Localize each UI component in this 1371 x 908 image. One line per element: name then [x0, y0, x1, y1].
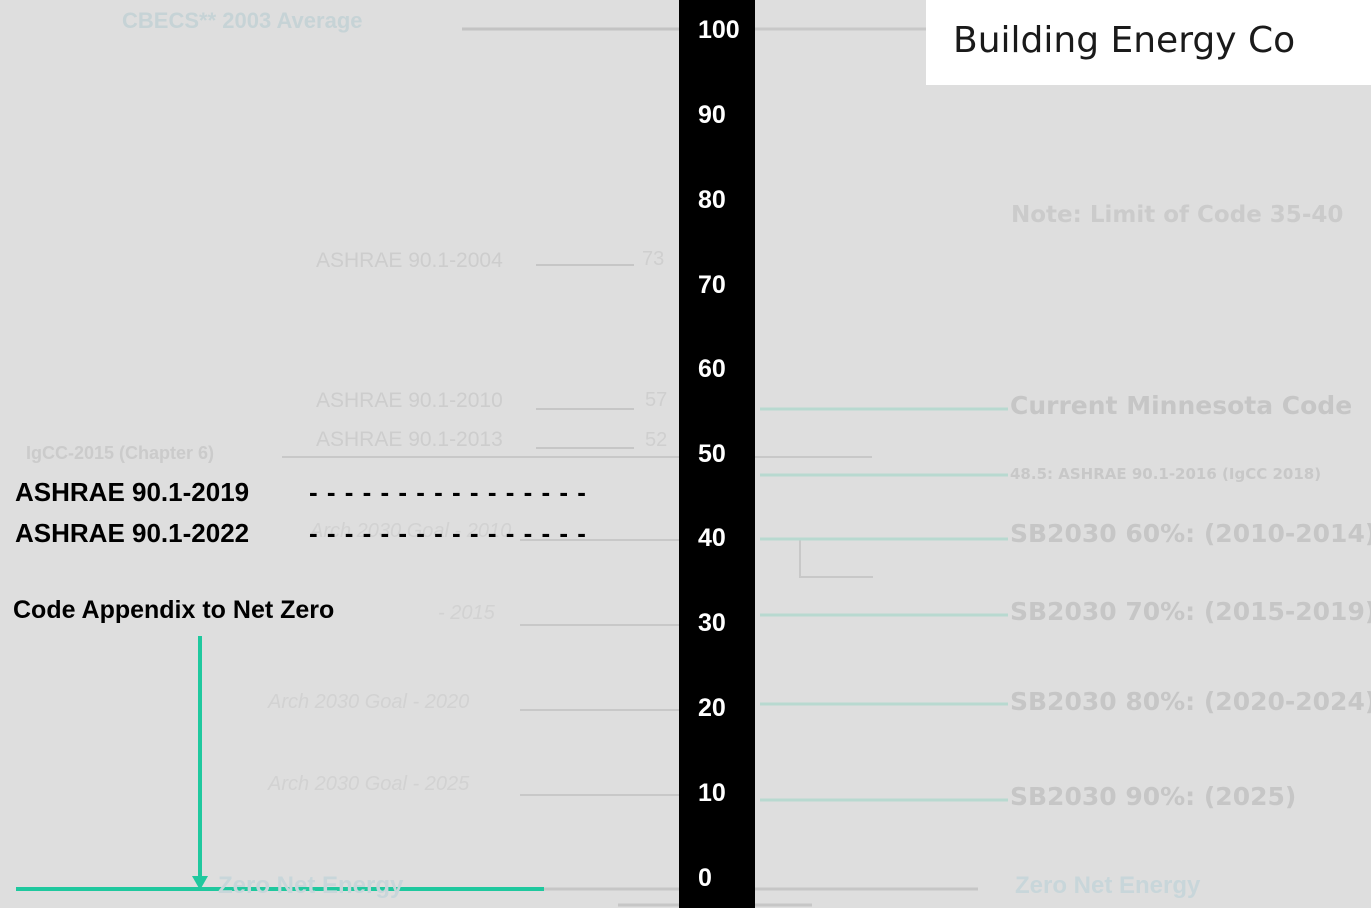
- page-title: Building Energy Co: [953, 20, 1296, 61]
- sb2030-90-label: SB2030 90%: (2025): [1010, 782, 1297, 811]
- arch-2020-label: Arch 2030 Goal - 2020: [268, 691, 470, 713]
- zero-net-energy-right-label: Zero Net Energy: [1015, 872, 1201, 899]
- ashrae-2004-value: 73: [642, 248, 665, 270]
- ashrae-2013-label: ASHRAE 90.1-2013: [316, 428, 503, 451]
- code-appendix-label: Code Appendix to Net Zero: [13, 596, 335, 624]
- ashrae-2013-value: 52: [645, 429, 668, 451]
- arch-2015-label: - 2015: [438, 602, 495, 624]
- ashrae-2010-label: ASHRAE 90.1-2010: [316, 389, 503, 412]
- bracket-line: [799, 540, 873, 578]
- tick-50: 50: [698, 440, 726, 468]
- ashrae-2004-label: ASHRAE 90.1-2004: [316, 249, 503, 272]
- arch-2025-label: Arch 2030 Goal - 2025: [268, 773, 470, 795]
- igcc-label: IgCC-2015 (Chapter 6): [26, 443, 215, 463]
- title-box: Building Energy Co: [926, 0, 1371, 85]
- tick-20: 20: [698, 694, 726, 722]
- tick-70: 70: [698, 271, 726, 299]
- ashrae-2019-label: ASHRAE 90.1-2019: [15, 477, 250, 507]
- tick-0: 0: [698, 864, 712, 892]
- sb2030-80-label: SB2030 80%: (2020-2024): [1010, 687, 1371, 716]
- cbecs-label: CBECS** 2003 Average: [122, 8, 363, 33]
- ashrae-2010-value: 57: [645, 389, 668, 411]
- ashrae-2019-dashes: - - - - - - - - - - - - - - - -: [309, 477, 587, 507]
- ashrae-2022-dashes: - - - - - - - - - - - - - - - -: [309, 518, 587, 548]
- current-minnesota-code-label: Current Minnesota Code: [1010, 391, 1353, 420]
- sb2030-70-label: SB2030 70%: (2015-2019): [1010, 597, 1371, 626]
- tick-80: 80: [698, 186, 726, 214]
- tick-90: 90: [698, 101, 726, 129]
- tick-60: 60: [698, 355, 726, 383]
- ashrae-2016-label: 48.5: ASHRAE 90.1-2016 (IgCC 2018): [1010, 465, 1322, 483]
- percent-ruler: 100 90 80 70 60 50 40 30 20 10 0: [679, 0, 755, 908]
- tick-30: 30: [698, 609, 726, 637]
- zero-net-energy-left-label: Zero Net Energy: [218, 872, 404, 899]
- sb2030-60-label: SB2030 60%: (2010-2014): [1010, 519, 1371, 548]
- ashrae-2022-label: ASHRAE 90.1-2022: [15, 518, 250, 548]
- tick-100: 100: [698, 16, 740, 44]
- code-limit-note: Note: Limit of Code 35-40: [1011, 202, 1344, 228]
- tick-40: 40: [698, 524, 726, 552]
- tick-10: 10: [698, 779, 726, 807]
